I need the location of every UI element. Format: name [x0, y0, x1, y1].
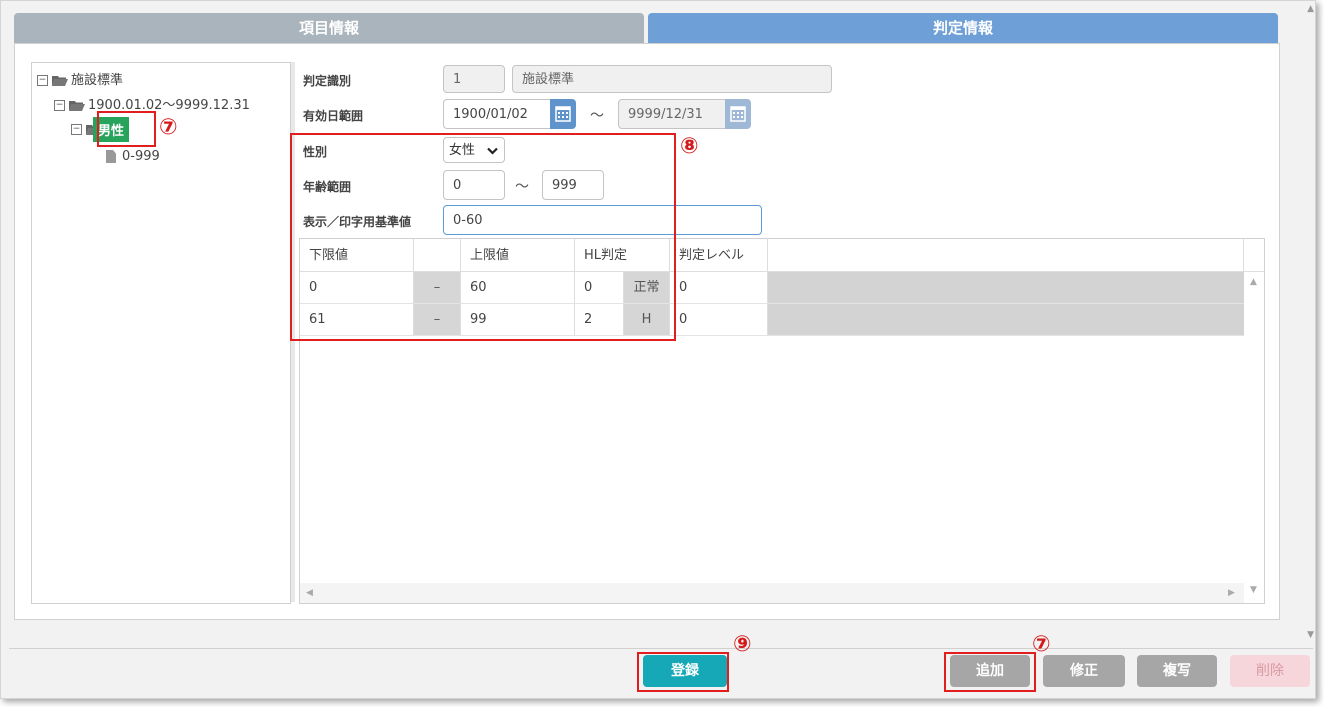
- grid-horizontal-scrollbar[interactable]: ◀ ▶: [300, 583, 1244, 603]
- annotation-box-register: [637, 652, 729, 692]
- collapse-icon[interactable]: −: [37, 75, 48, 86]
- annotation-box-conditions: [290, 133, 676, 341]
- page-scroll-up-icon[interactable]: ▲: [1307, 4, 1314, 14]
- folder-open-icon: [52, 76, 68, 86]
- judge-tree: − 施設標準 −1900.01.02～9999.12.31 − 男性 0-999: [31, 62, 291, 604]
- scroll-right-icon[interactable]: ▶: [1228, 588, 1235, 598]
- delete-button[interactable]: 削除: [1230, 655, 1310, 687]
- judge-id-label: 判定識別: [303, 74, 352, 88]
- annotation-box-tree-node: [97, 111, 156, 147]
- grid-vertical-scrollbar[interactable]: ▲ ▼: [1244, 272, 1264, 602]
- period-label: 有効日範囲: [303, 109, 364, 123]
- grid-header-corner: [1244, 239, 1264, 272]
- cell-level[interactable]: 0: [670, 272, 768, 304]
- calendar-to-button: [725, 99, 751, 129]
- calendar-icon: [555, 106, 571, 122]
- tree-label-leaf: 0-999: [122, 149, 160, 164]
- annotation-number-7a: ⑦: [159, 115, 178, 140]
- scroll-left-icon[interactable]: ◀: [306, 588, 313, 598]
- collapse-icon[interactable]: −: [54, 100, 65, 111]
- folder-open-icon: [69, 101, 85, 111]
- grid-header-level: 判定レベル: [670, 239, 768, 272]
- scroll-down-icon[interactable]: ▼: [1250, 585, 1257, 595]
- grid-header-filler: [768, 239, 1244, 272]
- calendar-icon: [730, 106, 746, 122]
- cell-filler: [768, 304, 1244, 336]
- scroll-up-icon[interactable]: ▲: [1250, 277, 1257, 287]
- period-separator: ～: [590, 108, 604, 124]
- period-to-input: 9999/12/31: [618, 99, 728, 129]
- cell-filler: [768, 272, 1244, 304]
- edit-button[interactable]: 修正: [1043, 655, 1125, 687]
- file-icon: [106, 150, 116, 163]
- annotation-box-add: [944, 652, 1036, 692]
- tree-node-root[interactable]: − 施設標準: [37, 69, 123, 88]
- period-from-input[interactable]: 1900/01/02: [443, 99, 553, 129]
- annotation-number-7b: ⑦: [1032, 632, 1051, 657]
- collapse-icon[interactable]: −: [71, 124, 82, 135]
- footer-divider: [9, 648, 1313, 649]
- tree-label-root: 施設標準: [71, 73, 124, 88]
- judge-id-name-field: 施設標準: [512, 65, 832, 93]
- calendar-from-button[interactable]: [550, 99, 576, 129]
- cell-level[interactable]: 0: [670, 304, 768, 336]
- copy-button[interactable]: 複写: [1137, 655, 1217, 687]
- judge-id-code-field: 1: [443, 65, 505, 93]
- annotation-number-8: ⑧: [680, 134, 699, 159]
- annotation-number-9: ⑨: [733, 632, 752, 657]
- tree-node-leaf[interactable]: 0-999: [106, 149, 160, 164]
- page-scroll-down-icon[interactable]: ▼: [1307, 630, 1314, 640]
- tab-item-info[interactable]: 項目情報: [14, 13, 644, 43]
- tab-judge-info[interactable]: 判定情報: [648, 13, 1278, 43]
